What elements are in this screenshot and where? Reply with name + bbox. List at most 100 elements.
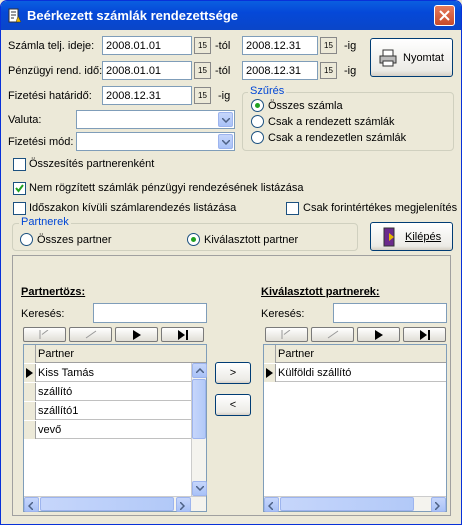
partnerek-title: Partnerek [19,216,71,228]
partner-option-label: Kiválasztott partner [204,234,299,246]
partner-cell: Kiss Tamás [38,367,95,379]
row-indicator [264,364,276,382]
teljesites-label: Számla telj. ideje: [8,40,95,52]
valuta-label: Valuta: [8,114,42,126]
next-record-button[interactable] [115,327,158,342]
grid-header: Partner [24,345,206,363]
teljesites-to-input[interactable] [242,36,318,55]
row-indicator [24,364,36,382]
prev-record-button[interactable] [311,327,354,342]
vertical-scrollbar[interactable] [191,363,207,496]
chevron-down-icon[interactable] [218,112,233,127]
penzugyi-from-input[interactable] [102,61,192,80]
calendar-icon[interactable]: 15 [194,87,211,104]
forint-label: Csak forintértékes megjelenítés [303,202,458,214]
last-icon [177,330,188,340]
table-row[interactable]: szállító1 [24,402,206,420]
column-header-partner[interactable]: Partner [38,348,74,360]
first-record-button[interactable] [265,327,308,342]
add-partner-button[interactable]: > [215,362,251,384]
table-row[interactable]: vevő [24,421,206,439]
scroll-thumb[interactable] [192,379,206,439]
first-icon [39,330,48,339]
penzugyi-to-suffix: -ig [344,65,357,77]
last-icon [419,330,430,340]
partner-radio-osszes[interactable] [20,233,33,246]
forint-checkbox[interactable] [286,202,299,215]
exit-button[interactable]: Kilépés [370,222,453,251]
right-partner-grid: Partner Külföldi szállító [263,344,447,512]
scroll-thumb[interactable] [40,497,174,511]
play-icon [374,330,383,340]
next-record-button[interactable] [357,327,400,342]
close-icon [439,10,450,21]
remove-partner-button[interactable]: < [215,394,251,416]
penzugyi-label: Pénzügyi rend. idő: [8,65,103,77]
calendar-icon[interactable]: 15 [194,62,211,79]
nem-rogzitett-checkbox[interactable] [13,182,26,195]
left-search-label: Keresés: [21,308,65,320]
horizontal-scrollbar[interactable] [264,496,446,512]
calendar-icon[interactable]: 15 [194,37,211,54]
row-indicator [24,383,36,401]
first-record-button[interactable] [23,327,66,342]
table-row[interactable]: szállító [24,383,206,401]
prev-record-button[interactable] [69,327,112,342]
penzugyi-to-input[interactable] [242,61,318,80]
nem-rogzitett-label: Nem rögzített számlák pénzügyi rendezésé… [29,182,304,194]
partner-radio-kivalasztott[interactable] [187,233,200,246]
scroll-right-icon[interactable] [431,497,446,512]
prev-icon [85,330,96,339]
scroll-left-icon[interactable] [24,497,39,512]
partner-cell: vevő [38,424,62,436]
szures-title: Szűrés [248,85,287,97]
szures-option-label: Csak a rendezett számlák [268,116,395,128]
penzugyi-from-suffix: -tól [215,65,231,77]
scroll-right-icon[interactable] [176,497,191,512]
szures-radio-rendezett[interactable] [251,115,264,128]
hatarido-suffix: -ig [218,90,231,102]
table-row[interactable]: Külföldi szállító [264,364,446,382]
print-button[interactable]: Nyomtat [370,38,453,77]
close-button[interactable] [434,5,455,26]
right-list-title: Kiválasztott partnerek: [261,286,380,298]
partner-cell: szállító [38,386,73,398]
hatarido-input[interactable] [102,86,192,105]
partner-option-label: Összes partner [37,234,112,246]
hatarido-label: Fizetési határidő: [8,90,92,102]
chevron-down-icon[interactable] [218,134,233,149]
grid-header: Partner [264,345,446,363]
current-row-icon [26,368,33,378]
valuta-select[interactable] [76,110,235,129]
fizmod-select[interactable] [76,132,235,151]
teljesites-from-input[interactable] [102,36,192,55]
prev-icon [327,330,338,339]
row-indicator-header [24,345,36,363]
app-icon [8,8,22,23]
row-indicator-header [264,345,276,363]
last-record-button[interactable] [161,327,204,342]
calendar-icon[interactable]: 15 [320,62,337,79]
left-search-input[interactable] [93,303,207,323]
play-icon [132,330,141,340]
right-search-input[interactable] [333,303,447,323]
osszesites-checkbox[interactable] [13,158,26,171]
last-record-button[interactable] [403,327,446,342]
window-title: Beérkezett számlák rendezettsége [27,8,238,23]
idoszakon-kivuli-label: Időszakon kívüli számlarendezés listázás… [29,202,237,214]
printer-icon [379,49,397,67]
calendar-icon[interactable]: 15 [320,37,337,54]
horizontal-scrollbar[interactable] [24,496,206,512]
scroll-down-icon[interactable] [192,481,207,496]
szures-radio-rendezetlen[interactable] [251,131,264,144]
szures-radio-osszes[interactable] [251,99,264,112]
scroll-thumb[interactable] [280,497,414,511]
teljesites-to-suffix: -ig [344,40,357,52]
exit-label: Kilépés [405,231,442,243]
scroll-left-icon[interactable] [264,497,279,512]
osszesites-label: Összesítés partnerenként [29,158,155,170]
table-row[interactable]: Kiss Tamás [24,364,206,382]
column-header-partner[interactable]: Partner [278,348,314,360]
idoszakon-kivuli-checkbox[interactable] [13,202,26,215]
scroll-up-icon[interactable] [192,363,207,378]
